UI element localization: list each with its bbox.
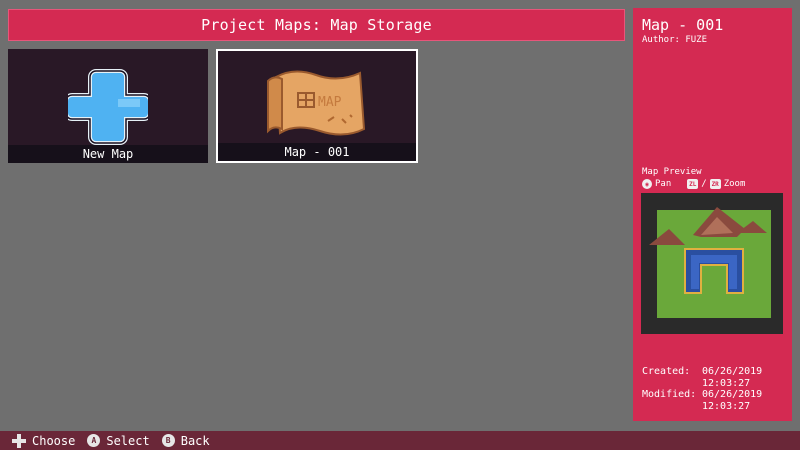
map-preview-image: [649, 207, 771, 318]
choose-label: Choose: [32, 433, 76, 448]
choose-hint[interactable]: Choose: [12, 433, 76, 448]
new-map-tile[interactable]: New Map: [8, 49, 208, 163]
created-label: Created:: [642, 366, 691, 377]
preview-label: Map Preview: [642, 167, 702, 177]
map-title: Map - 001: [642, 16, 724, 34]
back-label: Back: [180, 433, 210, 448]
map-scroll-icon: MAP: [267, 70, 366, 136]
dpad-icon: [12, 433, 26, 448]
zoom-separator: /: [701, 179, 707, 189]
zr-button-icon: ZR: [709, 179, 721, 189]
modified-time: 12:03:27: [702, 400, 751, 412]
map-scroll-text: MAP: [318, 95, 342, 110]
modified-date: 06/26/2019: [702, 389, 763, 400]
map-001-tile[interactable]: MAP Map - 001: [216, 49, 418, 163]
page-title-text: Project Maps: Map Storage: [201, 16, 432, 34]
b-button-icon: B: [161, 434, 175, 447]
preview-controls: ◉ Pan ZL / ZR Zoom: [642, 179, 745, 189]
select-label: Select: [106, 433, 150, 448]
map-preview: [641, 193, 783, 334]
select-hint[interactable]: A Select: [87, 433, 150, 448]
tile-label: New Map: [8, 145, 208, 163]
tile-label: Map - 001: [218, 143, 416, 161]
pan-label: Pan: [655, 179, 672, 189]
back-hint[interactable]: B Back: [161, 433, 210, 448]
details-panel: Map - 001 Author: FUZE Map Preview ◉ Pan…: [633, 8, 792, 421]
created-date: 06/26/2019: [702, 366, 763, 377]
plus-icon: [68, 69, 148, 145]
author-label: Author: FUZE: [642, 35, 708, 45]
metadata: Created: 06/26/2019 12:03:27 Modified: 0…: [642, 366, 762, 412]
right-stick-icon: ◉: [642, 179, 652, 189]
modified-label: Modified:: [642, 389, 697, 400]
zl-button-icon: ZL: [687, 179, 699, 189]
zoom-label: Zoom: [723, 179, 746, 189]
page-title: Project Maps: Map Storage: [8, 9, 625, 41]
a-button-icon: A: [87, 434, 101, 447]
created-time: 12:03:27: [702, 377, 751, 389]
footer-bar: Choose A Select B Back: [0, 431, 800, 450]
